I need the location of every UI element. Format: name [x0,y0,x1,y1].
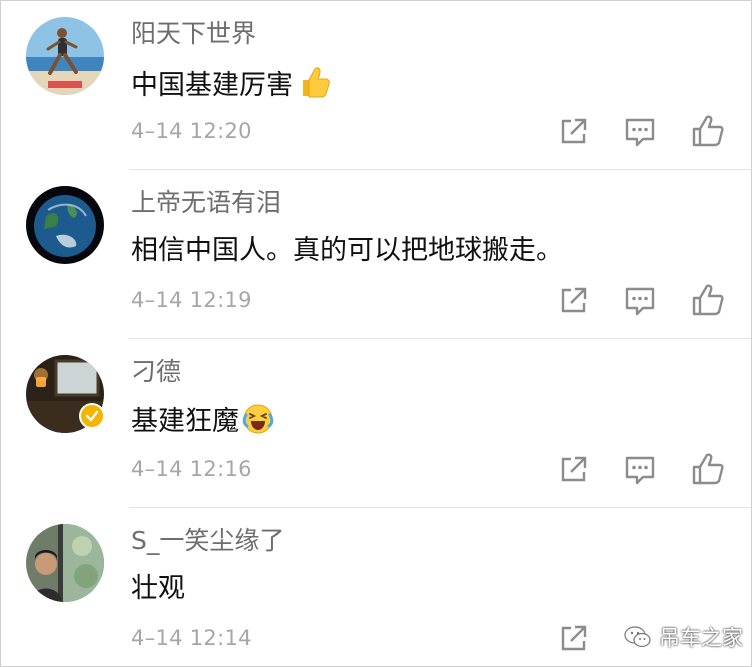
comment-text: 中国基建厉害 [131,64,331,110]
username[interactable]: S_一笑尘缘了 [131,525,284,557]
comment-text: 相信中国人。真的可以把地球搬走。 [131,233,563,269]
share-icon [561,456,587,482]
avatar[interactable] [26,17,104,95]
share-button[interactable] [554,450,592,488]
reply-button[interactable] [621,450,659,488]
username[interactable]: 阳天下世界 [131,18,256,50]
thumbs-up-emoji-icon [295,64,331,110]
like-button[interactable] [689,450,727,488]
timestamp: 4–14 12:20 [131,119,252,143]
timestamp: 4–14 12:14 [131,626,252,650]
comment-icon [625,287,655,316]
username[interactable]: 上帝无语有泪 [131,187,281,219]
comment-item: 阳天下世界 中国基建厉害 4–14 12:20 [1,1,751,170]
like-button[interactable] [689,112,727,150]
comment-text-content: 壮观 [131,573,185,604]
avatar[interactable] [26,186,104,264]
comment-text-content: 中国基建厉害 [131,70,293,101]
timestamp: 4–14 12:16 [131,457,252,481]
thumbs-up-icon [692,284,724,316]
username[interactable]: 刁德 [131,356,181,388]
comment-text: 基建狂魔 [131,402,275,446]
comment-list: 阳天下世界 中国基建厉害 4–14 12:20 上帝无语有泪 相信中国人。真的可… [0,0,752,667]
watermark: 吊车之家 [623,621,743,653]
comment-item: 上帝无语有泪 相信中国人。真的可以把地球搬走。 4–14 12:19 [1,170,751,339]
comment-icon [625,118,655,147]
share-button[interactable] [554,281,592,319]
avatar[interactable] [26,524,104,602]
comment-text-content: 相信中国人。真的可以把地球搬走。 [131,235,563,266]
timestamp: 4–14 12:19 [131,288,252,312]
share-button[interactable] [554,112,592,150]
comment-icon [625,456,655,485]
comment-text-content: 基建狂魔 [131,406,239,437]
like-button[interactable] [689,281,727,319]
watermark-label: 吊车之家 [659,626,743,650]
reply-button[interactable] [621,112,659,150]
reply-button[interactable] [621,281,659,319]
share-button[interactable] [554,619,592,657]
share-icon [561,118,587,144]
share-icon [561,625,587,651]
laughing-crying-emoji-icon [241,402,275,446]
comment-item: 刁德 基建狂魔 4–14 12:16 [1,339,751,508]
share-icon [561,287,587,313]
wechat-icon [624,626,651,648]
thumbs-up-icon [692,115,724,147]
comment-text: 壮观 [131,571,185,607]
verified-badge-icon [79,403,105,429]
thumbs-up-icon [692,453,724,485]
